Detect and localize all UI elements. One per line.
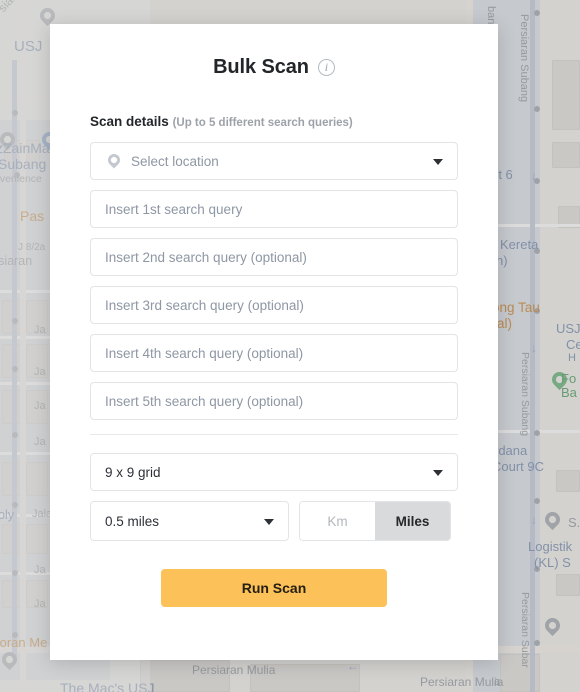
search-query-3-input[interactable]: Insert 3rd search query (optional) <box>90 286 458 324</box>
scan-details-heading: Scan details (Up to 5 different search q… <box>90 114 498 129</box>
unit-km-button[interactable]: Km <box>300 502 375 540</box>
scan-fields: Select location Insert 1st search query … <box>90 142 458 420</box>
search-query-1-placeholder: Insert 1st search query <box>105 201 243 217</box>
unit-toggle: Km Miles <box>299 501 451 541</box>
scan-details-hint: (Up to 5 different search queries) <box>172 117 353 129</box>
search-query-3-placeholder: Insert 3rd search query (optional) <box>105 297 304 313</box>
section-divider <box>90 434 458 435</box>
bulk-scan-dialog: Bulk Scan i Scan details (Up to 5 differ… <box>50 24 498 660</box>
search-query-5-placeholder: Insert 5th search query (optional) <box>105 393 304 409</box>
chevron-down-icon <box>264 519 274 525</box>
page-title: Bulk Scan <box>213 56 309 78</box>
chevron-down-icon <box>433 470 443 476</box>
grid-size-select[interactable]: 9 x 9 grid <box>90 453 458 491</box>
search-query-4-placeholder: Insert 4th search query (optional) <box>105 345 304 361</box>
run-scan-row: Run Scan <box>90 569 458 607</box>
distance-row: 0.5 miles Km Miles <box>90 501 458 541</box>
search-query-1-input[interactable]: Insert 1st search query <box>90 190 458 228</box>
chevron-down-icon <box>433 159 443 165</box>
run-scan-button[interactable]: Run Scan <box>161 569 387 607</box>
unit-miles-button[interactable]: Miles <box>375 502 450 540</box>
dialog-header: Bulk Scan i <box>50 56 498 79</box>
location-select[interactable]: Select location <box>90 142 458 180</box>
scan-details-label: Scan details <box>90 114 169 129</box>
search-query-2-placeholder: Insert 2nd search query (optional) <box>105 249 307 265</box>
search-query-4-input[interactable]: Insert 4th search query (optional) <box>90 334 458 372</box>
distance-value: 0.5 miles <box>105 513 160 529</box>
grid-size-value: 9 x 9 grid <box>105 464 161 480</box>
grid-size-row: 9 x 9 grid <box>90 453 458 491</box>
search-query-2-input[interactable]: Insert 2nd search query (optional) <box>90 238 458 276</box>
search-query-5-input[interactable]: Insert 5th search query (optional) <box>90 382 458 420</box>
distance-select[interactable]: 0.5 miles <box>90 501 289 541</box>
info-circle-icon[interactable]: i <box>317 59 335 76</box>
